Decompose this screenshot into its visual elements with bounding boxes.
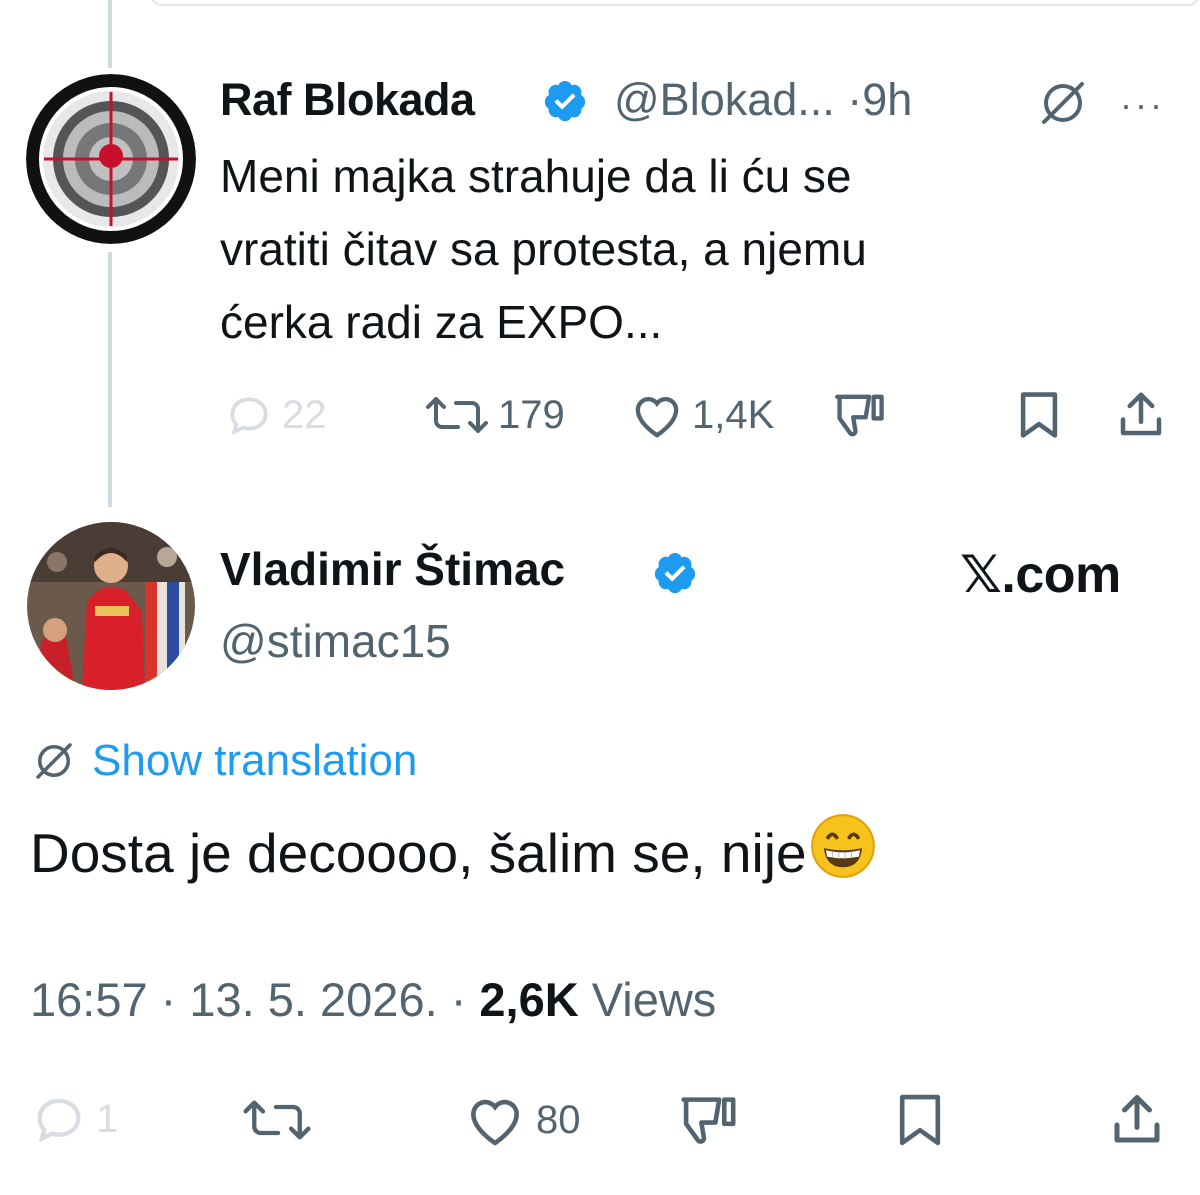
thread-line	[108, 0, 112, 68]
verified-badge-icon	[542, 78, 588, 129]
author-name[interactable]: Raf Blokada	[220, 74, 475, 126]
like-button[interactable]: 80	[462, 1092, 581, 1148]
heart-icon	[635, 397, 679, 438]
author-handle[interactable]: @stimac15	[220, 614, 451, 668]
grinning-face-icon	[809, 812, 877, 893]
share-icon	[1120, 392, 1162, 436]
translate-icon	[36, 743, 72, 779]
dislike-icon	[681, 1097, 736, 1144]
tweet-text: Dosta je decoooo, šalim se, nije	[30, 812, 877, 893]
views-label: Views	[578, 973, 717, 1026]
bookmark-icon	[899, 1094, 941, 1146]
translate-icon[interactable]	[1036, 76, 1090, 135]
tweet-meta: 16:57 · 13. 5. 2026. · 2,6K Views	[30, 972, 716, 1027]
like-button[interactable]: 1,4K	[630, 390, 774, 440]
show-translation-link[interactable]: Show translation	[30, 736, 417, 786]
like-count: 80	[536, 1097, 581, 1142]
repost-count: 179	[498, 392, 565, 437]
repost-icon	[426, 397, 488, 433]
tweet-actions: 22 179 1,4K	[0, 388, 1200, 448]
reply-icon	[230, 397, 268, 436]
share-icon	[1114, 1095, 1160, 1143]
like-count: 1,4K	[692, 392, 775, 437]
author-name[interactable]: Vladimir Štimac	[220, 542, 565, 596]
repost-icon	[243, 1100, 311, 1140]
reply-button[interactable]: 1	[30, 1090, 118, 1148]
repost-button[interactable]: 179	[424, 390, 565, 440]
heart-icon	[471, 1099, 519, 1146]
share-button[interactable]	[1114, 388, 1168, 442]
dislike-button[interactable]	[832, 390, 888, 440]
avatar[interactable]	[27, 522, 195, 690]
avatar[interactable]	[26, 74, 196, 244]
bookmark-icon	[1020, 392, 1058, 438]
dislike-button[interactable]	[676, 1092, 742, 1148]
timestamp[interactable]: 16:57 · 13. 5. 2026. ·	[30, 973, 479, 1026]
handle-and-time[interactable]: @Blokad... ·9h	[614, 74, 912, 126]
reply-count: 1	[96, 1096, 119, 1141]
more-options-icon[interactable]: ···	[1120, 84, 1165, 126]
thread-line	[108, 252, 112, 507]
player-photo-avatar	[27, 522, 195, 690]
views-count: 2,6K	[479, 973, 579, 1026]
tweet-text: Meni majka strahuje da li ću se vratiti …	[220, 140, 1120, 359]
tweet-text-line: ćerka radi za EXPO...	[220, 296, 663, 348]
repost-button[interactable]	[240, 1094, 314, 1146]
share-button[interactable]	[1106, 1090, 1168, 1150]
dislike-icon	[835, 394, 884, 437]
bookmark-button[interactable]	[1016, 390, 1062, 440]
tweet-text-line: vratiti čitav sa protesta, a njemu	[220, 223, 867, 275]
target-avatar-icon	[26, 74, 196, 244]
reply-count: 22	[282, 392, 327, 437]
bookmark-button[interactable]	[890, 1092, 950, 1148]
tweet-text-body: Dosta je decoooo, šalim se, nije	[30, 821, 807, 884]
reply-button[interactable]: 22	[224, 390, 327, 440]
x-com-brand: 𝕏.com	[960, 546, 1121, 604]
tweet-actions: 1 80	[0, 1090, 1200, 1150]
verified-badge-icon	[652, 550, 698, 601]
show-translation-label[interactable]: Show translation	[92, 736, 417, 786]
reply-icon	[37, 1098, 81, 1143]
top-card-edge	[150, 0, 1200, 6]
tweet-text-line: Meni majka strahuje da li ću se	[220, 150, 852, 202]
